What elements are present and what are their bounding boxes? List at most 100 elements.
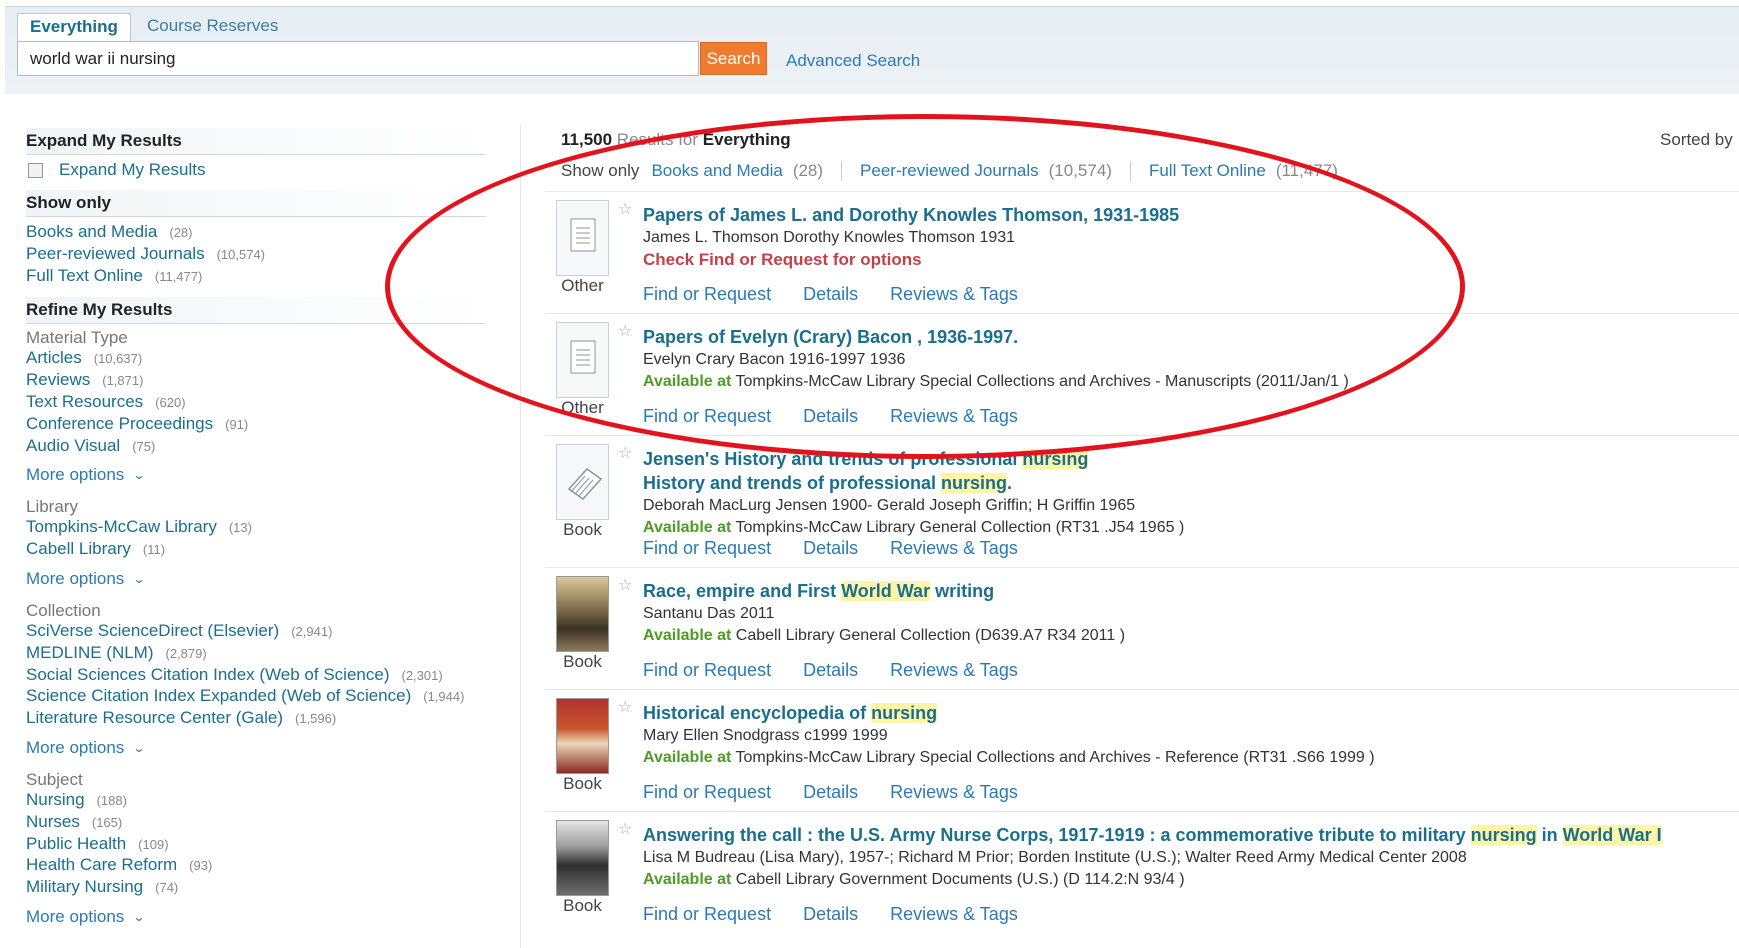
find-or-request-link[interactable]: Find or Request — [643, 284, 771, 305]
details-link[interactable]: Details — [803, 904, 858, 925]
search-input[interactable] — [17, 41, 699, 76]
expand-results-checkbox[interactable] — [28, 162, 43, 178]
facet-label[interactable]: Social Sciences Citation Index (Web of S… — [26, 665, 389, 684]
details-link[interactable]: Details — [803, 660, 858, 681]
star-icon[interactable]: ☆ — [618, 443, 632, 463]
facet-label[interactable]: SciVerse ScienceDirect (Elsevier) — [26, 621, 279, 640]
more-options-label[interactable]: More options — [26, 738, 124, 758]
more-options-label[interactable]: More options — [26, 465, 124, 485]
details-link[interactable]: Details — [803, 782, 858, 803]
facet-item[interactable]: Conference Proceedings (91) — [26, 414, 486, 436]
reviews-tags-link[interactable]: Reviews & Tags — [890, 406, 1018, 427]
find-or-request-link[interactable]: Find or Request — [643, 660, 771, 681]
facet-label[interactable]: Science Citation Index Expanded (Web of … — [26, 686, 411, 705]
star-icon[interactable]: ☆ — [618, 199, 632, 219]
search-button[interactable]: Search — [700, 42, 767, 75]
show-only-peer-reviewed[interactable]: Peer-reviewed Journals — [860, 161, 1039, 181]
result-title[interactable]: Papers of James L. and Dorothy Knowles T… — [643, 203, 1733, 227]
reviews-tags-link[interactable]: Reviews & Tags — [890, 284, 1018, 305]
facet-item[interactable]: Audio Visual (75) — [26, 436, 486, 458]
facet-label[interactable]: Public Health — [26, 834, 126, 853]
facet-item[interactable]: Nursing (188) — [26, 790, 486, 812]
result-title-link[interactable]: Race, empire and First World War writing — [643, 581, 994, 601]
facet-label[interactable]: Peer-reviewed Journals — [26, 244, 205, 263]
expand-results-option[interactable]: Expand My Results — [28, 160, 486, 180]
facet-label[interactable]: Audio Visual — [26, 436, 120, 455]
facet-item[interactable]: Text Resources (620) — [26, 392, 486, 414]
facet-item[interactable]: Articles (10,637) — [26, 348, 486, 370]
reviews-tags-link[interactable]: Reviews & Tags — [890, 538, 1018, 559]
find-or-request-link[interactable]: Find or Request — [643, 538, 771, 559]
advanced-search-link[interactable]: Advanced Search — [786, 51, 920, 71]
result-subtitle[interactable]: History and trends of professional nursi… — [643, 471, 1733, 495]
star-icon[interactable]: ☆ — [618, 575, 632, 595]
more-options-button[interactable]: More options ⌄ — [26, 907, 486, 927]
facet-label[interactable]: Reviews — [26, 370, 90, 389]
facet-item[interactable]: Public Health (109) — [26, 834, 486, 856]
tab-everything[interactable]: Everything — [17, 13, 131, 41]
more-options-label[interactable]: More options — [26, 907, 124, 927]
facet-item[interactable]: Nurses (165) — [26, 812, 486, 834]
result-title[interactable]: Answering the call : the U.S. Army Nurse… — [643, 823, 1733, 847]
facet-label[interactable]: MEDLINE (NLM) — [26, 643, 154, 662]
reviews-tags-link[interactable]: Reviews & Tags — [890, 660, 1018, 681]
result-title-link[interactable]: Jensen's History and trends of professio… — [643, 449, 1089, 469]
facet-label[interactable]: Conference Proceedings — [26, 414, 213, 433]
facet-item[interactable]: MEDLINE (NLM) (2,879) — [26, 643, 486, 665]
facet-label[interactable]: Military Nursing — [26, 877, 143, 896]
show-only-books-media[interactable]: Books and Media — [651, 161, 782, 181]
result-title-link[interactable]: Historical encyclopedia of nursing — [643, 703, 938, 723]
facet-label[interactable]: Text Resources — [26, 392, 143, 411]
reviews-tags-link[interactable]: Reviews & Tags — [890, 782, 1018, 803]
find-or-request-link[interactable]: Find or Request — [643, 904, 771, 925]
result-title[interactable]: Jensen's History and trends of professio… — [643, 447, 1733, 471]
facet-label[interactable]: Literature Resource Center (Gale) — [26, 708, 283, 727]
star-icon[interactable]: ☆ — [618, 321, 632, 341]
more-options-label[interactable]: More options — [26, 569, 124, 589]
facet-item[interactable]: Health Care Reform (93) — [26, 855, 486, 877]
more-options-button[interactable]: More options ⌄ — [26, 465, 486, 485]
more-options-button[interactable]: More options ⌄ — [26, 738, 486, 758]
facet-item[interactable]: SciVerse ScienceDirect (Elsevier) (2,941) — [26, 621, 486, 643]
show-only-full-text[interactable]: Full Text Online — [1149, 161, 1266, 181]
facet-item[interactable]: Reviews (1,871) — [26, 370, 486, 392]
find-or-request-link[interactable]: Find or Request — [643, 406, 771, 427]
facet-item[interactable]: Science Citation Index Expanded (Web of … — [26, 686, 486, 708]
facet-item[interactable]: Literature Resource Center (Gale) (1,596) — [26, 708, 486, 730]
details-link[interactable]: Details — [803, 406, 858, 427]
details-link[interactable]: Details — [803, 284, 858, 305]
sort-label[interactable]: Sorted by — [1660, 130, 1733, 150]
more-options-button[interactable]: More options ⌄ — [26, 569, 486, 589]
facet-item[interactable]: Peer-reviewed Journals (10,574) — [26, 244, 486, 266]
facet-label[interactable]: Articles — [26, 348, 82, 367]
facet-item[interactable]: Social Sciences Citation Index (Web of S… — [26, 665, 486, 687]
tab-course-reserves[interactable]: Course Reserves — [135, 13, 290, 41]
facet-label[interactable]: Cabell Library — [26, 539, 131, 558]
facet-label[interactable]: Health Care Reform — [26, 855, 177, 874]
facet-label[interactable]: Books and Media — [26, 222, 157, 241]
location-text: Tompkins-McCaw Library Special Collectio… — [735, 373, 1349, 390]
result-title-link[interactable]: Papers of James L. and Dorothy Knowles T… — [643, 205, 1179, 225]
facet-item[interactable]: Tompkins-McCaw Library (13) — [26, 517, 486, 539]
result-title[interactable]: Race, empire and First World War writing — [643, 579, 1733, 603]
facet-label[interactable]: Full Text Online — [26, 266, 143, 285]
expand-results-label[interactable]: Expand My Results — [59, 160, 205, 180]
star-icon[interactable]: ☆ — [618, 697, 632, 717]
facet-label[interactable]: Nurses — [26, 812, 80, 831]
facet-item[interactable]: Full Text Online (11,477) — [26, 266, 486, 288]
facet-item[interactable]: Books and Media (28) — [26, 222, 486, 244]
facet-label[interactable]: Tompkins-McCaw Library — [26, 517, 217, 536]
result-title[interactable]: Historical encyclopedia of nursing — [643, 701, 1733, 725]
reviews-tags-link[interactable]: Reviews & Tags — [890, 904, 1018, 925]
location-text: Cabell Library General Collection (D639.… — [735, 627, 1126, 644]
star-icon[interactable]: ☆ — [618, 819, 632, 839]
facet-item[interactable]: Cabell Library (11) — [26, 539, 486, 561]
result-title[interactable]: Papers of Evelyn (Crary) Bacon , 1936-19… — [643, 325, 1733, 349]
facet-item[interactable]: Military Nursing (74) — [26, 877, 486, 899]
find-or-request-link[interactable]: Find or Request — [643, 782, 771, 803]
result-title-link[interactable]: Answering the call : the U.S. Army Nurse… — [643, 825, 1662, 845]
details-link[interactable]: Details — [803, 538, 858, 559]
result-title-link[interactable]: Papers of Evelyn (Crary) Bacon , 1936-19… — [643, 327, 1018, 347]
result-subtitle-link[interactable]: History and trends of professional nursi… — [643, 473, 1012, 493]
facet-label[interactable]: Nursing — [26, 790, 85, 809]
